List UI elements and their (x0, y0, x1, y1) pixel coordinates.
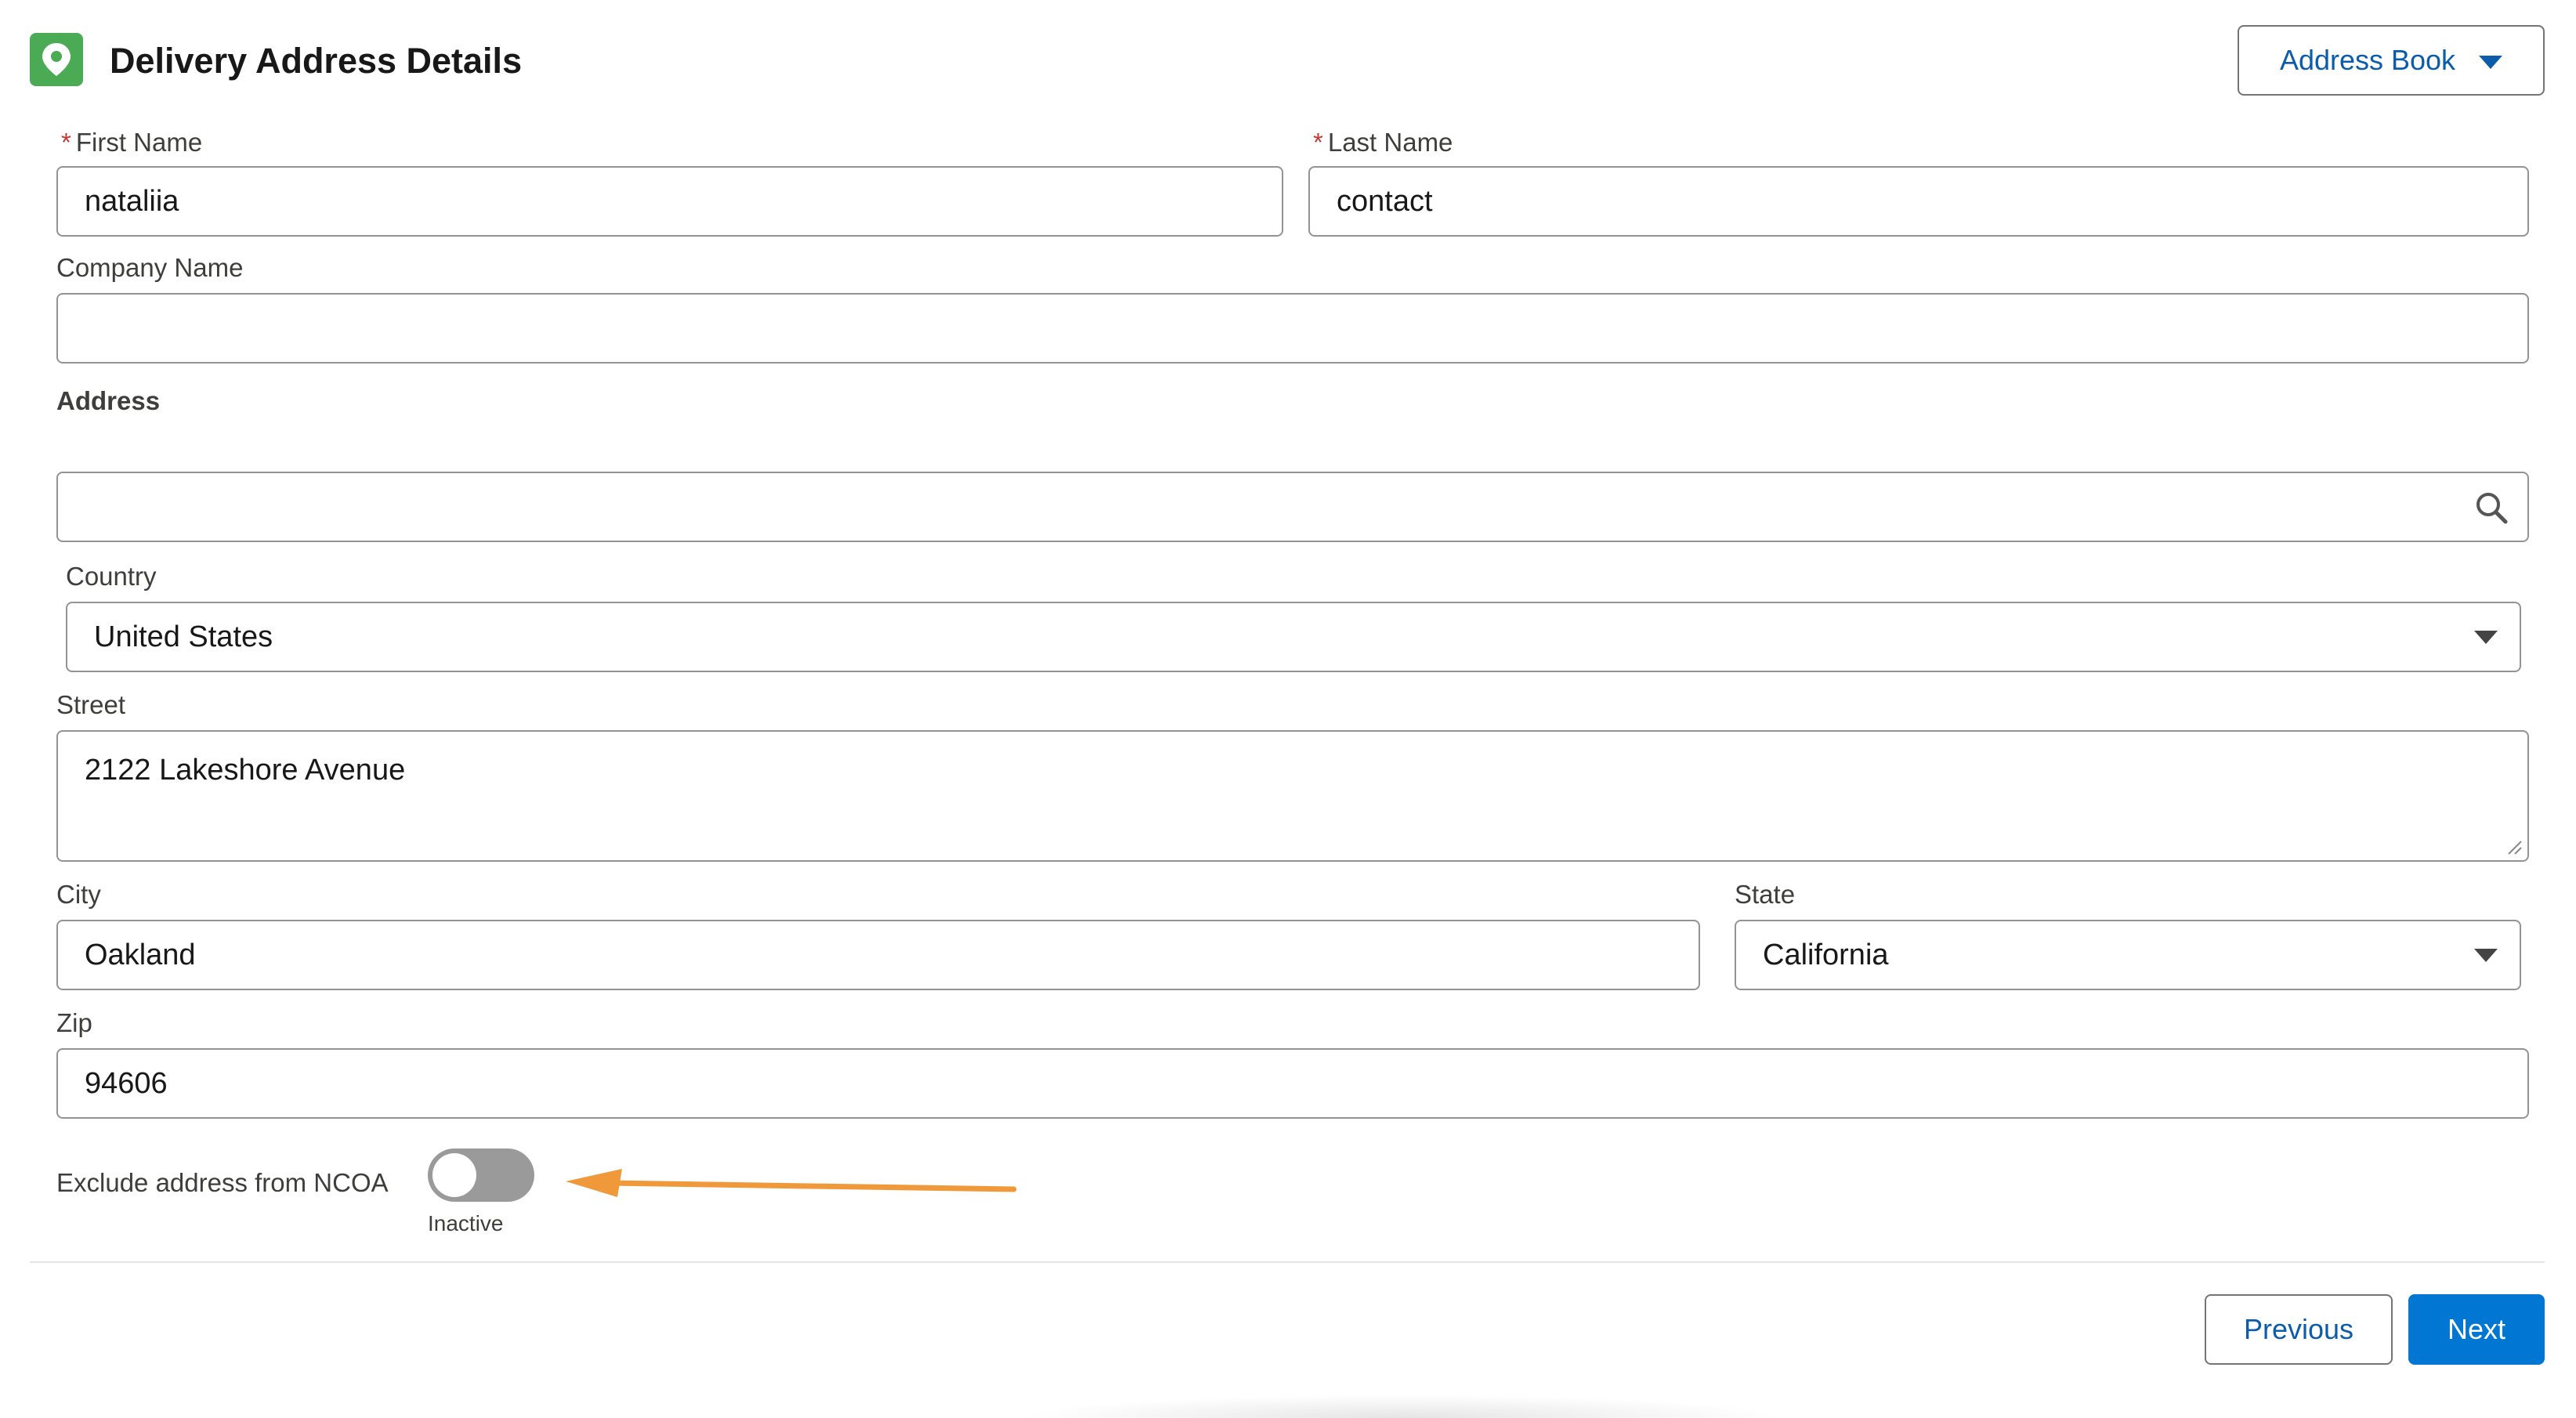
required-mark: * (1313, 128, 1323, 157)
city-value: Oakland (85, 938, 196, 971)
state-select[interactable]: California (1735, 920, 2521, 990)
toggle-knob (432, 1153, 476, 1197)
required-mark: * (61, 128, 71, 157)
chevron-down-icon (2479, 55, 2503, 69)
country-select[interactable]: United States (66, 602, 2521, 672)
address-book-label: Address Book (2279, 44, 2456, 76)
company-name-label: Company Name (56, 253, 244, 282)
address-section-label: Address (56, 386, 161, 415)
address-search-input[interactable] (56, 472, 2529, 542)
company-name-input[interactable] (56, 293, 2529, 364)
previous-button[interactable]: Previous (2205, 1294, 2393, 1365)
country-value: United States (94, 620, 273, 653)
next-button[interactable]: Next (2408, 1294, 2545, 1365)
bottom-shadow (1018, 1394, 1786, 1418)
address-book-button[interactable]: Address Book (2238, 25, 2545, 96)
first-name-value: nataliia (85, 184, 179, 218)
footer-divider (30, 1261, 2545, 1263)
last-name-value: contact (1337, 184, 1433, 218)
search-icon[interactable] (2474, 490, 2509, 525)
map-pin-icon (30, 33, 83, 86)
street-value: 2122 Lakeshore Avenue (85, 754, 406, 787)
city-input[interactable]: Oakland (56, 920, 1700, 990)
ncoa-toggle[interactable] (428, 1149, 534, 1202)
last-name-label: * Last Name (1313, 128, 1453, 157)
last-name-input[interactable]: contact (1308, 166, 2529, 237)
annotation-arrow-icon (566, 1169, 1017, 1197)
country-label: Country (66, 562, 157, 591)
resize-handle-icon[interactable] (2505, 838, 2523, 856)
ncoa-toggle-state: Inactive (428, 1211, 504, 1235)
state-value: California (1763, 938, 1889, 971)
state-label: State (1735, 880, 1796, 909)
street-label: Street (56, 690, 126, 719)
first-name-label: * First Name (61, 128, 203, 157)
ncoa-toggle-label: Exclude address from NCOA (56, 1168, 389, 1197)
city-label: City (56, 880, 101, 909)
zip-value: 94606 (85, 1066, 168, 1100)
chevron-down-icon (2474, 631, 2498, 644)
page-title: Delivery Address Details (110, 41, 523, 81)
street-textarea[interactable]: 2122 Lakeshore Avenue (56, 730, 2529, 862)
chevron-down-icon (2474, 949, 2498, 962)
first-name-input[interactable]: nataliia (56, 166, 1283, 237)
zip-input[interactable]: 94606 (56, 1048, 2529, 1119)
zip-label: Zip (56, 1008, 92, 1037)
